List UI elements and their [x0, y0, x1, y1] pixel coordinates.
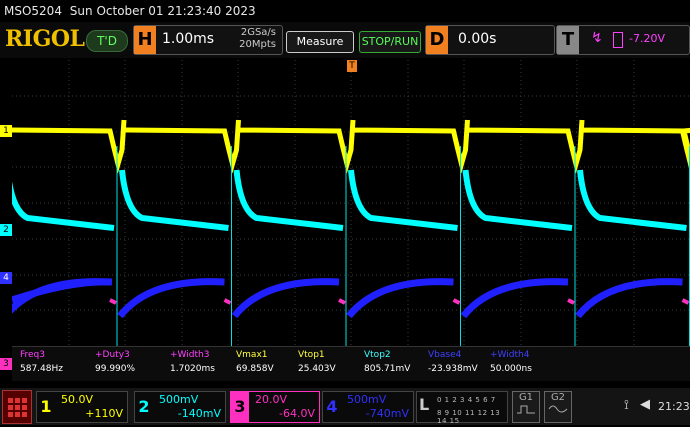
- measurement-label: Vtop1: [298, 350, 325, 360]
- generator-2-label: G2: [550, 392, 566, 403]
- channel-1-scale: 50.0V: [61, 393, 94, 406]
- trigger-level: -7.20V: [629, 32, 665, 45]
- measurement-item[interactable]: +Width4 50.000ns: [490, 350, 532, 374]
- logic-analyzer-box[interactable]: L 0 1 2 3 4 5 6 7 8 9 10 11 12 13 14 15: [416, 391, 508, 425]
- measurement-value: 99.990%: [95, 364, 136, 374]
- channel-3-offset: -64.0V: [279, 407, 315, 420]
- horizontal-timebase[interactable]: H 1.00ms 2GSa/s 20Mpts: [133, 25, 283, 55]
- sample-rate: 2GSa/s: [240, 27, 276, 38]
- sine-wave-icon: [548, 405, 568, 413]
- measurement-label: Freq3: [20, 350, 46, 360]
- model-name: MSO5204: [4, 4, 62, 18]
- delay-value: 0.00s: [458, 31, 497, 47]
- measurement-item[interactable]: Vmax1 69.858V: [236, 350, 274, 374]
- measurement-value: 69.858V: [236, 364, 274, 374]
- generator-1-button[interactable]: G1: [512, 391, 540, 423]
- channel-4-trace: [2, 278, 683, 319]
- rigol-logo: RIGOL: [5, 26, 85, 52]
- channel-2-label: 2: [138, 397, 150, 416]
- measurement-item[interactable]: +Width3 1.7020ms: [170, 350, 215, 374]
- measurement-label: Vbase4: [428, 350, 462, 360]
- channel-bar: 1 50.0V +110V 2 500mV -140mV 3 20.0V -64…: [0, 388, 690, 425]
- timebase-value: 1.00ms: [162, 31, 215, 47]
- channel-4-box[interactable]: 4 500mV -740mV: [322, 391, 414, 423]
- channel-2-scale: 500mV: [159, 393, 199, 406]
- channel-4-scale: 500mV: [347, 393, 387, 406]
- channel-marker-3[interactable]: 3: [0, 358, 12, 370]
- measurement-label: +Width4: [490, 350, 530, 360]
- channel-3-box[interactable]: 3 20.0V -64.0V: [230, 391, 320, 423]
- measure-button[interactable]: Measure: [286, 31, 354, 53]
- channel-marker-1[interactable]: 1: [0, 125, 12, 137]
- trigger-box[interactable]: T ↯ -7.20V: [556, 25, 690, 55]
- trigger-source-icon: [613, 32, 623, 48]
- channel-marker-2[interactable]: 2: [0, 224, 12, 236]
- trigger-key: T: [557, 26, 579, 54]
- speaker-icon[interactable]: ◀: [640, 397, 650, 412]
- la-channels-row2: 8 9 10 11 12 13 14 15: [437, 409, 501, 425]
- falling-edge-icon: ↯: [591, 30, 603, 46]
- channel-1-box[interactable]: 1 50.0V +110V: [36, 391, 128, 423]
- measurement-label: Vmax1: [236, 350, 268, 360]
- top-toolbar: RIGOL T'D H 1.00ms 2GSa/s 20Mpts Measure…: [0, 22, 690, 58]
- pulse-wave-icon: [517, 405, 535, 414]
- channel-3-label: 3: [231, 392, 249, 422]
- measurement-value: 805.71mV: [364, 364, 411, 374]
- trigger-position-marker[interactable]: T: [347, 60, 357, 72]
- channel-2-trace: [4, 169, 687, 231]
- measurement-value: 1.7020ms: [170, 364, 215, 374]
- channel-2-box[interactable]: 2 500mV -140mV: [134, 391, 226, 423]
- channel-2-offset: -140mV: [177, 407, 221, 420]
- measurement-value: 587.48Hz: [20, 364, 63, 374]
- menu-grid-icon[interactable]: [2, 390, 32, 424]
- measurement-item[interactable]: +Duty3 99.990%: [95, 350, 135, 374]
- waveform-display[interactable]: T: [0, 60, 690, 354]
- delay-box[interactable]: D 0.00s: [425, 25, 555, 55]
- datetime: Sun October 01 21:23:40 2023: [69, 4, 256, 18]
- channel-4-offset: -740mV: [365, 407, 409, 420]
- channel-4-trace-start: [10, 278, 113, 304]
- stop-run-button[interactable]: STOP/RUN: [359, 31, 421, 53]
- measurement-label: +Width3: [170, 350, 210, 360]
- measurement-label: +Duty3: [95, 350, 130, 360]
- horizontal-key: H: [134, 26, 156, 54]
- usb-icon: ⟟: [624, 398, 629, 413]
- measurement-item[interactable]: Vbase4 -23.938mV: [428, 350, 478, 374]
- generator-1-label: G1: [518, 392, 534, 403]
- channel-marker-4[interactable]: 4: [0, 272, 12, 284]
- clock: 21:23: [658, 400, 690, 413]
- measurement-label: Vtop2: [364, 350, 391, 360]
- measurement-item[interactable]: Freq3 587.48Hz: [20, 350, 63, 374]
- memory-depth: 20Mpts: [239, 39, 276, 50]
- la-key: L: [419, 395, 430, 414]
- channel-4-label: 4: [326, 397, 338, 416]
- channel-1-trace: [11, 119, 690, 174]
- generator-2-button[interactable]: G2: [544, 391, 572, 423]
- status-bar: MSO5204 Sun October 01 21:23:40 2023: [0, 0, 690, 22]
- measurement-value: 50.000ns: [490, 364, 532, 374]
- channel-1-label: 1: [40, 397, 52, 416]
- la-channels-row1: 0 1 2 3 4 5 6 7: [437, 396, 496, 404]
- run-state-badge[interactable]: T'D: [86, 30, 128, 52]
- channel-1-offset: +110V: [85, 407, 123, 420]
- waveform-svg: [0, 60, 690, 354]
- channel-3-scale: 20.0V: [255, 393, 288, 406]
- delay-key: D: [426, 26, 448, 54]
- measurement-value: -23.938mV: [428, 364, 478, 374]
- measurement-value: 25.403V: [298, 364, 336, 374]
- measurement-item[interactable]: Vtop2 805.71mV: [364, 350, 410, 374]
- measurement-bar: Freq3 587.48Hz +Duty3 99.990% +Width3 1.7020m…: [12, 346, 690, 381]
- measurement-item[interactable]: Vtop1 25.403V: [298, 350, 336, 374]
